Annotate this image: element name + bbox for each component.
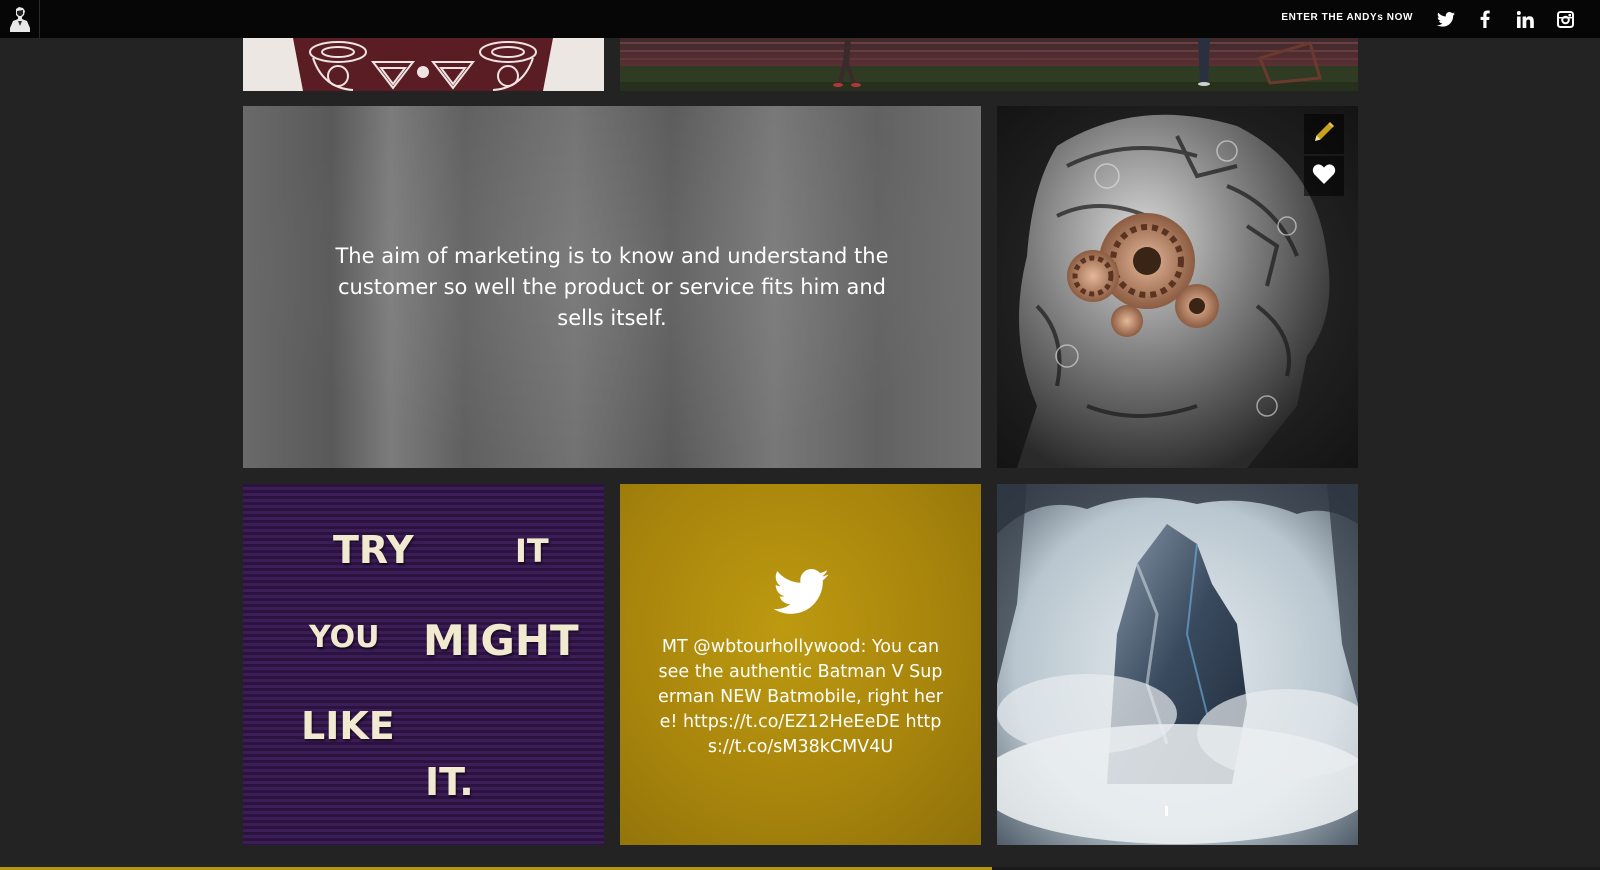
- instagram-icon[interactable]: [1555, 9, 1575, 29]
- letterboard-word: YOU: [309, 620, 380, 655]
- letterboard-word: MIGHT: [423, 616, 579, 665]
- twitter-bird-icon: [772, 569, 829, 619]
- mechanical-head-tile[interactable]: [997, 106, 1358, 468]
- misty-mountain-tile[interactable]: [997, 484, 1358, 845]
- letterboard-word: IT.: [425, 760, 474, 804]
- linkedin-icon[interactable]: [1515, 9, 1535, 29]
- enter-andys-link[interactable]: ENTER THE ANDYs NOW: [1281, 12, 1413, 23]
- letterboard-word: TRY: [333, 528, 414, 572]
- twitter-icon[interactable]: [1436, 9, 1456, 29]
- letterboard-word: LIKE: [301, 704, 395, 748]
- top-nav: ENTER THE ANDYs NOW: [0, 0, 1600, 38]
- misty-mountain-image: [997, 484, 1358, 845]
- stadium-photo-tile[interactable]: [620, 38, 1358, 91]
- tribal-art-image: [243, 38, 604, 91]
- facebook-icon[interactable]: [1475, 9, 1495, 29]
- heart-icon: [1312, 163, 1336, 189]
- letterboard-word: IT: [515, 532, 549, 570]
- quote-tile[interactable]: The aim of marketing is to know and unde…: [243, 106, 981, 468]
- tweet-text: MT @wbtourhollywood: You can see the aut…: [658, 637, 943, 757]
- like-button[interactable]: [1304, 156, 1344, 196]
- stadium-photo-image: [620, 38, 1358, 91]
- letterboard-tile[interactable]: TRY IT YOU MIGHT LIKE IT.: [243, 484, 604, 845]
- andy-portrait-icon[interactable]: [0, 0, 40, 38]
- pencil-icon: [1312, 120, 1336, 148]
- marketing-quote: The aim of marketing is to know and unde…: [335, 243, 889, 330]
- tweet-tile[interactable]: MT @wbtourhollywood: You can see the aut…: [620, 484, 981, 845]
- tribal-art-tile[interactable]: [243, 38, 604, 91]
- edit-button[interactable]: [1304, 114, 1344, 154]
